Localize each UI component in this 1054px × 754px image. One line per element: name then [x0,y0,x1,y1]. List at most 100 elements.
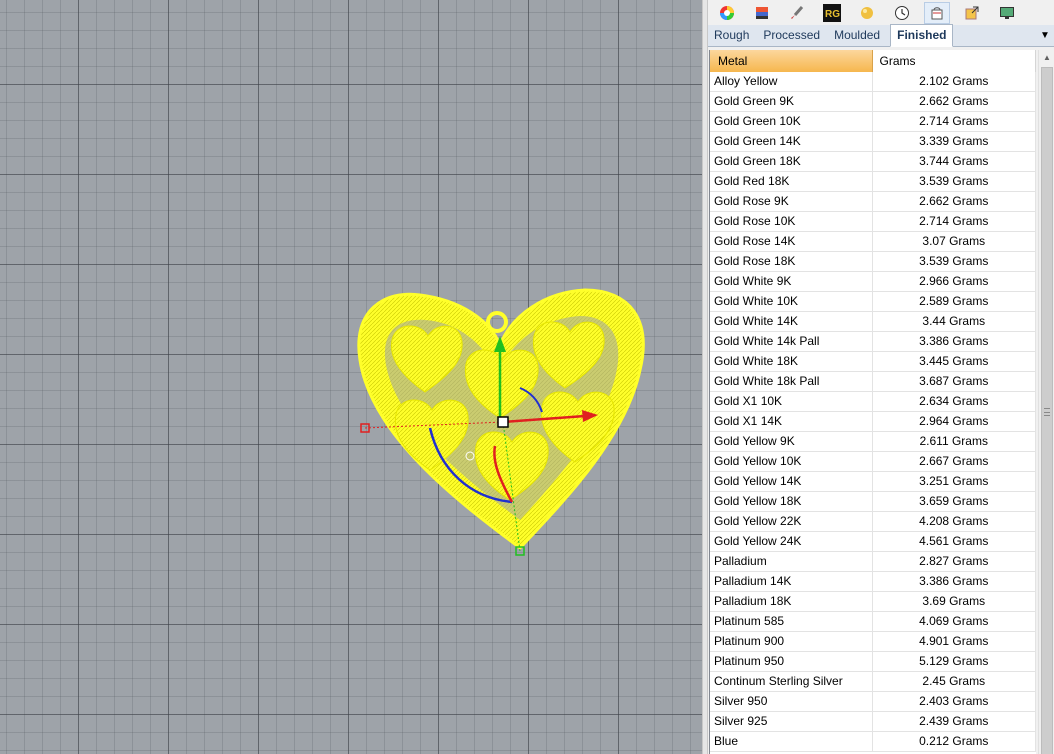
metal-cell: Alloy Yellow [710,72,873,91]
metal-cell: Gold Rose 10K [710,212,873,231]
chevron-down-icon[interactable]: ▼ [1038,28,1052,44]
metal-cell: Gold Yellow 18K [710,492,873,511]
table-row[interactable]: Gold White 18K 3.445 Grams [710,352,1036,372]
grams-cell: 2.714 Grams [873,212,1036,231]
table-row[interactable]: Gold Yellow 14K 3.251 Grams [710,472,1036,492]
grams-cell: 2.45 Grams [873,672,1036,691]
table-row[interactable]: Gold Yellow 18K 3.659 Grams [710,492,1036,512]
metal-cell: Blue [710,732,873,751]
grams-cell: 2.611 Grams [873,432,1036,451]
grams-cell: 3.339 Grams [873,132,1036,151]
metal-cell: Palladium [710,552,873,571]
brush-icon[interactable] [784,2,810,24]
table-row[interactable]: Platinum 950 5.129 Grams [710,652,1036,672]
table-row[interactable]: Gold White 14K 3.44 Grams [710,312,1036,332]
metal-cell: Palladium 18K [710,592,873,611]
grams-cell: 2.667 Grams [873,452,1036,471]
metal-cell: Gold White 10K [710,292,873,311]
table-row[interactable]: Gold Green 9K 2.662 Grams [710,92,1036,112]
metal-cell: Gold Green 18K [710,152,873,171]
table-row[interactable]: Palladium 14K 3.386 Grams [710,572,1036,592]
gumball-center[interactable] [497,416,509,428]
table-row[interactable]: Gold Yellow 10K 2.667 Grams [710,452,1036,472]
grams-cell: 2.662 Grams [873,192,1036,211]
table-row[interactable]: Gold Green 14K 3.339 Grams [710,132,1036,152]
metal-cell: Gold X1 10K [710,392,873,411]
table-row[interactable]: Gold X1 14K 2.964 Grams [710,412,1036,432]
metal-cell: Gold Green 14K [710,132,873,151]
table-row[interactable]: Alloy Yellow 2.102 Grams [710,72,1036,92]
grams-cell: 2.634 Grams [873,392,1036,411]
table-row[interactable]: Gold Rose 18K 3.539 Grams [710,252,1036,272]
table-row[interactable]: Gold Yellow 22K 4.208 Grams [710,512,1036,532]
table-row[interactable]: Gold White 14k Pall 3.386 Grams [710,332,1036,352]
gem-icon[interactable] [854,2,880,24]
layers-icon[interactable] [749,2,775,24]
grams-cell: 2.714 Grams [873,112,1036,131]
heart-pendant-model[interactable] [0,0,702,754]
clock-icon[interactable] [889,2,915,24]
grams-cell: 5.129 Grams [873,652,1036,671]
rg-logo-icon[interactable]: RG [819,2,845,24]
basket-icon[interactable] [924,2,950,24]
grams-cell: 2.403 Grams [873,692,1036,711]
table-row[interactable]: Gold Green 10K 2.714 Grams [710,112,1036,132]
grams-cell: 3.386 Grams [873,332,1036,351]
metal-cell: Gold Rose 9K [710,192,873,211]
table-row[interactable]: Gold Rose 10K 2.714 Grams [710,212,1036,232]
tab-finished[interactable]: Finished [890,24,954,47]
tab-processed[interactable]: Processed [759,25,824,46]
table-row[interactable]: Palladium 2.827 Grams [710,552,1036,572]
table-row[interactable]: Gold Yellow 24K 4.561 Grams [710,532,1036,552]
grams-cell: 0.212 Grams [873,732,1036,751]
tab-moulded[interactable]: Moulded [830,25,884,46]
metal-cell: Gold Yellow 10K [710,452,873,471]
metal-cell: Continum Sterling Silver [710,672,873,691]
table-row[interactable]: Platinum 900 4.901 Grams [710,632,1036,652]
export-icon[interactable] [959,2,985,24]
table-row[interactable]: Gold Rose 9K 2.662 Grams [710,192,1036,212]
table-row[interactable]: Gold Red 18K 3.539 Grams [710,172,1036,192]
grams-cell: 3.687 Grams [873,372,1036,391]
table-row[interactable]: Palladium 18K 3.69 Grams [710,592,1036,612]
metal-cell: Platinum 900 [710,632,873,651]
table-row[interactable]: Blue 0.212 Grams [710,732,1036,752]
table-row[interactable]: Gold White 10K 2.589 Grams [710,292,1036,312]
grams-cell: 2.589 Grams [873,292,1036,311]
metal-cell: Gold White 9K [710,272,873,291]
scroll-thumb[interactable] [1041,67,1053,754]
right-panel: RG Rough Processed Moulded Finished ▼ Me… [708,0,1054,754]
metal-cell: Gold White 14k Pall [710,332,873,351]
vertical-scrollbar[interactable]: ▲ [1038,50,1054,754]
scroll-up-icon[interactable]: ▲ [1039,50,1054,66]
table-row[interactable]: Gold White 9K 2.966 Grams [710,272,1036,292]
table-row[interactable]: Gold Green 18K 3.744 Grams [710,152,1036,172]
table-row[interactable]: Silver 950 2.403 Grams [710,692,1036,712]
column-header-metal[interactable]: Metal [710,50,873,72]
table-row[interactable]: Silver 925 2.439 Grams [710,712,1036,732]
table-row[interactable]: Gold Yellow 9K 2.611 Grams [710,432,1036,452]
metal-cell: Gold Yellow 24K [710,532,873,551]
column-header-grams[interactable]: Grams [872,50,1036,72]
grams-cell: 3.07 Grams [873,232,1036,251]
metal-cell: Gold Rose 14K [710,232,873,251]
grams-cell: 2.827 Grams [873,552,1036,571]
grams-cell: 3.386 Grams [873,572,1036,591]
table-row[interactable]: Gold X1 10K 2.634 Grams [710,392,1036,412]
table-row[interactable]: Gold Rose 14K 3.07 Grams [710,232,1036,252]
grams-cell: 4.069 Grams [873,612,1036,631]
table-row[interactable]: Platinum 585 4.069 Grams [710,612,1036,632]
grams-cell: 2.439 Grams [873,712,1036,731]
metal-cell: Gold X1 14K [710,412,873,431]
metal-cell: Gold White 14K [710,312,873,331]
3d-viewport[interactable] [0,0,702,754]
grams-cell: 3.251 Grams [873,472,1036,491]
metal-cell: Silver 925 [710,712,873,731]
grams-cell: 3.445 Grams [873,352,1036,371]
tab-rough[interactable]: Rough [710,25,753,46]
table-row[interactable]: Gold White 18k Pall 3.687 Grams [710,372,1036,392]
metal-cell: Gold White 18k Pall [710,372,873,391]
table-row[interactable]: Continum Sterling Silver 2.45 Grams [710,672,1036,692]
color-wheel-icon[interactable] [714,2,740,24]
display-icon[interactable] [994,2,1020,24]
